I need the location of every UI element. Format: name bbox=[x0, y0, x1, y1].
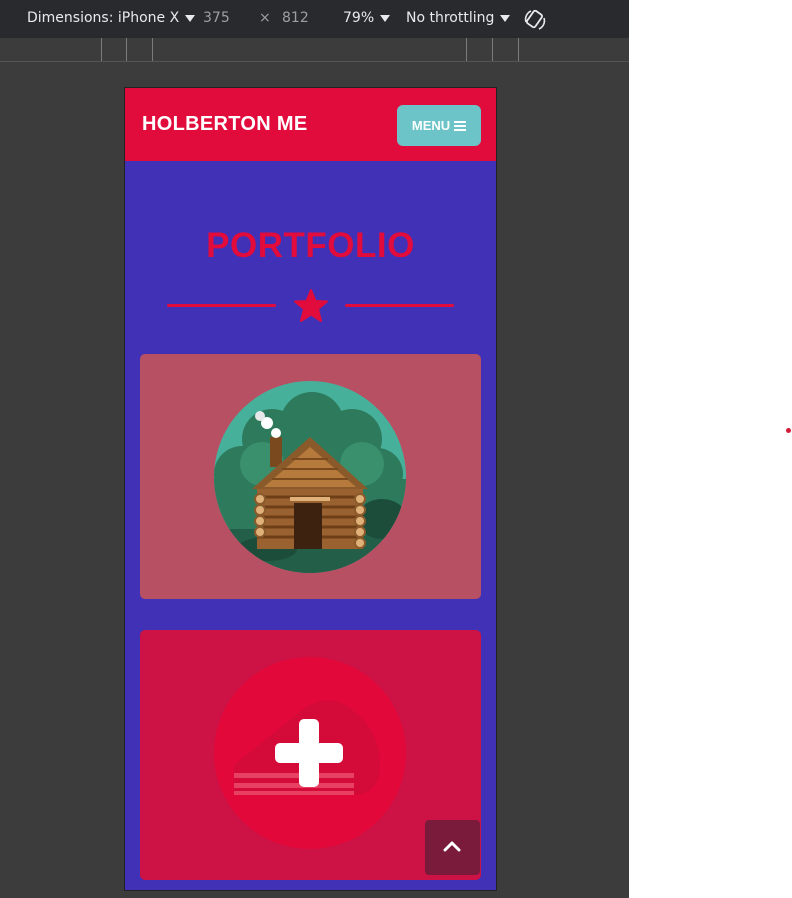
red-dot bbox=[786, 428, 791, 433]
site-header: HOLBERTON ME MENU bbox=[125, 88, 496, 161]
height-input[interactable]: 812 bbox=[282, 10, 309, 26]
chevron-down-icon bbox=[500, 14, 511, 22]
media-query-ruler bbox=[0, 38, 629, 62]
menu-label: MENU bbox=[411, 118, 451, 133]
throttling-select[interactable]: No throttling bbox=[406, 10, 511, 26]
divider-line-left bbox=[167, 304, 276, 307]
log-cabin-illustration bbox=[214, 381, 406, 573]
zoom-select[interactable]: 79% bbox=[343, 10, 391, 26]
device-label: Dimensions: iPhone X bbox=[27, 10, 180, 26]
section-title: PORTFOLIO bbox=[206, 226, 415, 265]
plus-illustration bbox=[214, 657, 406, 849]
chevron-up-icon bbox=[443, 841, 461, 852]
device-viewport: HOLBERTON ME MENU PORTFOLIO bbox=[124, 87, 497, 891]
chevron-down-icon bbox=[185, 14, 196, 22]
divider-line-right bbox=[345, 304, 454, 307]
width-input[interactable]: 375 bbox=[203, 10, 230, 26]
zoom-label: 79% bbox=[343, 10, 375, 26]
device-select[interactable]: Dimensions: iPhone X bbox=[27, 10, 196, 26]
menu-button[interactable]: MENU bbox=[397, 105, 481, 146]
throttling-label: No throttling bbox=[406, 10, 495, 26]
chevron-down-icon bbox=[380, 14, 391, 22]
device-toolbar: Dimensions: iPhone X 375 × 812 79% No th… bbox=[0, 0, 629, 38]
portfolio-card[interactable] bbox=[140, 354, 481, 599]
devtools-panel: Dimensions: iPhone X 375 × 812 79% No th… bbox=[0, 0, 629, 898]
hamburger-icon bbox=[454, 120, 467, 131]
rotate-icon[interactable] bbox=[523, 8, 547, 32]
star-icon bbox=[294, 289, 328, 322]
brand-title[interactable]: HOLBERTON ME bbox=[142, 113, 307, 136]
times-symbol: × bbox=[259, 10, 271, 26]
scroll-to-top-button[interactable] bbox=[425, 820, 480, 875]
